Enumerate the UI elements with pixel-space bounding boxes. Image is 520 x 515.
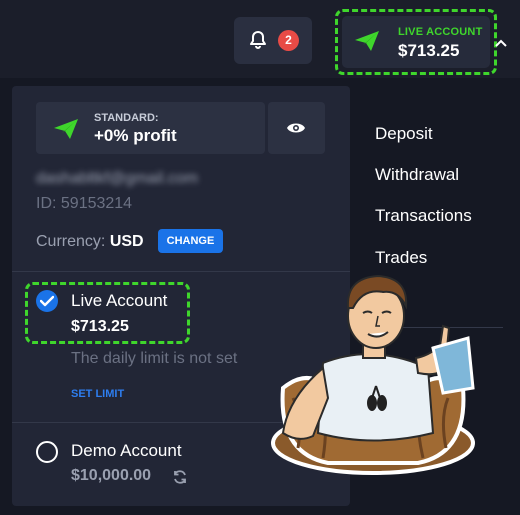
account-switcher-button[interactable]: LIVE ACCOUNT $713.25 (335, 9, 497, 75)
menu-item-transactions[interactable]: Transactions (375, 206, 472, 226)
top-bar: 2 LIVE ACCOUNT $713.25 (0, 0, 520, 78)
tier-box[interactable]: STANDARD: +0% profit (36, 102, 265, 154)
menu-item-trades[interactable]: Trades (375, 248, 427, 268)
live-account-balance: $713.25 (71, 318, 129, 335)
currency-row: Currency: USD (36, 233, 144, 251)
paper-plane-icon (54, 119, 78, 139)
tier-value: +0% profit (94, 126, 177, 145)
check-icon (40, 295, 54, 307)
cartoon-man-sticker (271, 274, 475, 475)
set-limit-link[interactable]: SET LIMIT (71, 388, 124, 400)
live-account-name[interactable]: Live Account (71, 291, 167, 311)
account-balance: $713.25 (398, 41, 460, 60)
live-account-check[interactable] (36, 290, 58, 312)
eye-icon (287, 123, 305, 133)
menu-item-deposit[interactable]: Deposit (375, 124, 433, 144)
account-id: ID: 59153214 (36, 195, 133, 212)
currency-label: Currency: (36, 233, 106, 250)
refresh-icon[interactable] (172, 469, 188, 485)
chevron-up-icon[interactable] (494, 38, 508, 48)
account-switcher-inner[interactable]: LIVE ACCOUNT $713.25 (342, 16, 490, 68)
bell-icon (250, 31, 266, 49)
notifications-button[interactable]: 2 (234, 17, 312, 64)
tier-label: STANDARD: (94, 112, 159, 124)
toggle-visibility-button[interactable] (268, 102, 325, 154)
demo-account-radio[interactable] (36, 441, 58, 463)
change-currency-button[interactable]: CHANGE (158, 229, 223, 253)
account-type-label: LIVE ACCOUNT (398, 26, 483, 38)
paper-plane-icon (355, 31, 379, 51)
demo-account-name[interactable]: Demo Account (71, 441, 182, 461)
currency-value: USD (109, 233, 144, 250)
daily-limit-text: The daily limit is not set (71, 350, 238, 367)
notification-count-badge: 2 (278, 30, 299, 51)
user-email: dashabltkf@gmail.com (36, 170, 199, 187)
menu-item-withdrawal[interactable]: Withdrawal (375, 165, 459, 185)
demo-account-balance: $10,000.00 (71, 467, 152, 484)
